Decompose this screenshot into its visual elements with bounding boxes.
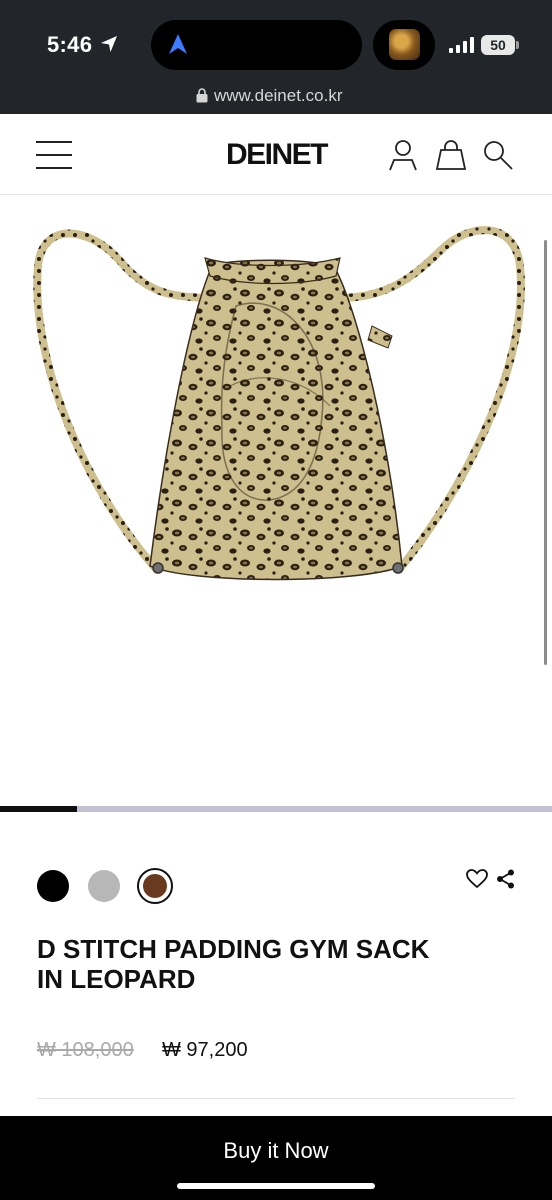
color-swatch-brown-dot: [143, 874, 167, 898]
color-swatch-brown-selected[interactable]: [137, 868, 173, 904]
menu-icon[interactable]: [36, 140, 72, 170]
page-scrollbar[interactable]: [544, 240, 547, 665]
status-time: 5:46: [47, 32, 93, 57]
original-price: ₩ 108,000: [37, 1039, 134, 1061]
color-swatch-black[interactable]: [37, 870, 69, 902]
user-icon[interactable]: [388, 139, 418, 171]
sale-price: ₩ 97,200: [162, 1039, 248, 1061]
divider: [37, 1098, 515, 1099]
bag-icon[interactable]: [435, 139, 467, 171]
gallery-progress-track[interactable]: [0, 806, 552, 812]
url-text[interactable]: www.deinet.co.kr: [214, 86, 343, 106]
site-logo[interactable]: DEINET: [226, 138, 329, 172]
lock-icon: [196, 88, 208, 103]
search-icon[interactable]: [482, 139, 514, 171]
buy-now-label[interactable]: Buy it Now: [0, 1138, 552, 1164]
gallery-progress-fill: [0, 806, 78, 812]
color-swatch-grey[interactable]: [88, 870, 120, 902]
navigation-icon: [169, 34, 187, 54]
location-arrow-icon: [101, 36, 117, 52]
product-title: D STITCH PADDING GYM SACK IN LEOPARD: [37, 934, 430, 994]
share-icon[interactable]: [496, 869, 516, 889]
battery-icon: 50: [481, 35, 515, 55]
home-indicator[interactable]: [177, 1183, 375, 1189]
gym-sack-illustration: [33, 226, 525, 581]
app-thumbnail: [389, 29, 420, 60]
product-image[interactable]: [0, 196, 552, 806]
battery-cap: [516, 41, 519, 49]
signal-icon: [449, 37, 474, 53]
heart-icon[interactable]: [466, 869, 488, 889]
